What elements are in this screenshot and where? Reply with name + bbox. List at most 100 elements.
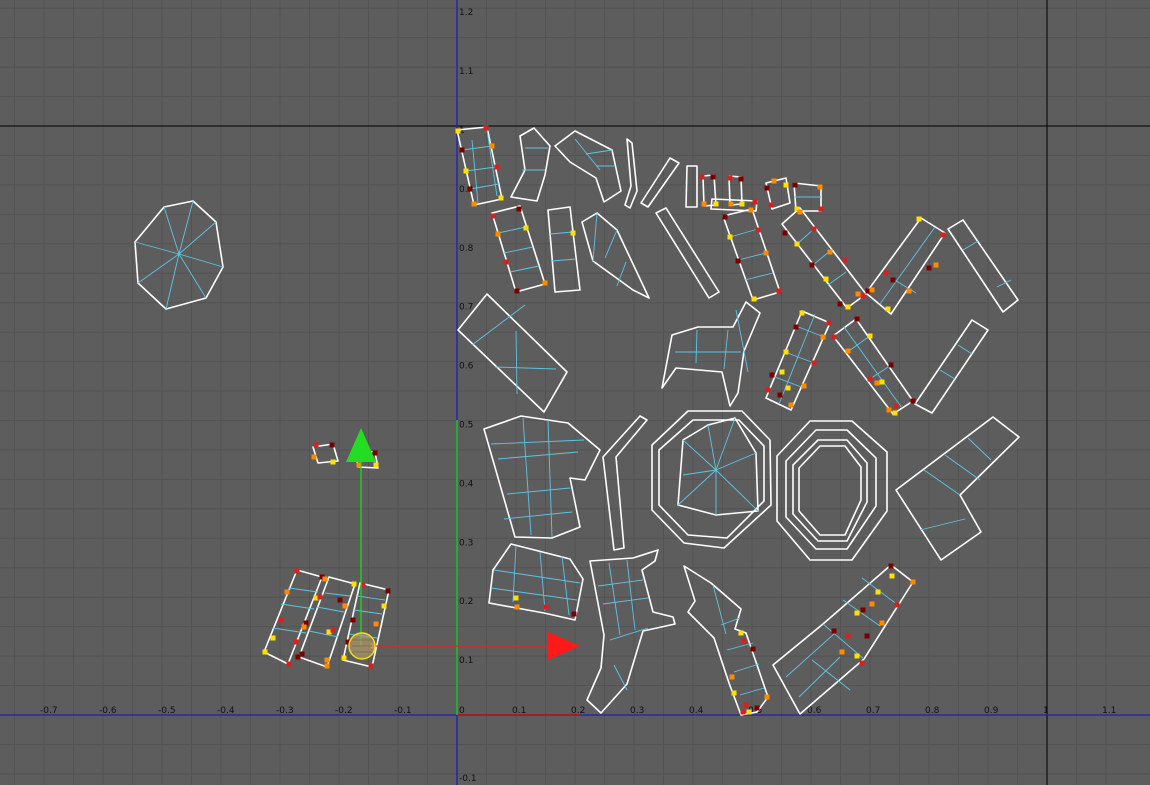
uv-vertex[interactable] <box>845 348 851 354</box>
uv-vertex[interactable] <box>286 661 292 667</box>
uv-vertex[interactable] <box>854 316 860 322</box>
uv-vertex[interactable] <box>809 262 815 268</box>
uv-vertex[interactable] <box>788 402 794 408</box>
uv-vertex[interactable] <box>859 660 865 666</box>
uv-vertex[interactable] <box>324 657 330 663</box>
uv-vertex[interactable] <box>867 333 873 339</box>
uv-vertex[interactable] <box>892 410 898 416</box>
uv-vertex[interactable] <box>839 649 845 655</box>
uv-vertex[interactable] <box>330 459 336 465</box>
uv-vertex[interactable] <box>894 602 900 608</box>
uv-vertex[interactable] <box>729 674 735 680</box>
uv-vertex[interactable] <box>317 594 323 600</box>
uv-vertex[interactable] <box>916 216 922 222</box>
uv-vertex[interactable] <box>701 201 707 207</box>
uv-vertex[interactable] <box>797 209 803 215</box>
uv-vertex[interactable] <box>738 176 744 182</box>
uv-vertex[interactable] <box>752 199 758 205</box>
uv-vertex[interactable] <box>785 385 791 391</box>
uv-vertex[interactable] <box>885 306 891 312</box>
uv-vertex[interactable] <box>731 690 737 696</box>
uv-vertex[interactable] <box>373 462 379 468</box>
uv-vertex[interactable] <box>875 589 881 595</box>
uv-vertex[interactable] <box>771 178 777 184</box>
uv-vertex[interactable] <box>329 442 335 448</box>
uv-vertex[interactable] <box>820 334 826 340</box>
uv-vertex[interactable] <box>765 387 771 393</box>
uv-vertex[interactable] <box>763 250 769 256</box>
uv-vertex[interactable] <box>799 310 805 316</box>
uv-shell-sliver-2[interactable] <box>640 157 680 208</box>
uv-vertex[interactable] <box>311 454 317 460</box>
uv-shell-strip-11[interactable] <box>772 564 914 715</box>
uv-shell-strip-6[interactable] <box>865 217 946 315</box>
uv-shell-sliver-1[interactable] <box>624 138 638 209</box>
uv-vertex[interactable] <box>888 563 894 569</box>
uv-vertex[interactable] <box>738 630 744 636</box>
uv-vertex[interactable] <box>874 380 880 386</box>
uv-vertex[interactable] <box>295 654 301 660</box>
uv-vertex[interactable] <box>262 649 268 655</box>
uv-vertex[interactable] <box>459 147 465 153</box>
uv-shell-pillow[interactable] <box>488 543 584 621</box>
uv-vertex[interactable] <box>886 407 892 413</box>
uv-vertex[interactable] <box>867 376 873 382</box>
uv-vertex[interactable] <box>498 195 504 201</box>
uv-vertex[interactable] <box>890 277 896 283</box>
uv-vertex[interactable] <box>940 232 946 238</box>
uv-vertex[interactable] <box>324 663 330 669</box>
uv-vertex[interactable] <box>350 617 356 623</box>
uv-shell-sliver-3[interactable] <box>685 165 698 208</box>
uv-vertex[interactable] <box>879 379 885 385</box>
uv-editor-viewport[interactable]: -0.8-0.7-0.6-0.5-0.4-0.3-0.2-0.100.10.20… <box>0 0 1150 785</box>
uv-vertex[interactable] <box>489 143 495 149</box>
uv-shell-small-cluster[interactable] <box>702 174 822 212</box>
uv-vertex[interactable] <box>842 257 848 263</box>
uv-vertex[interactable] <box>713 201 719 207</box>
uv-vertex[interactable] <box>455 128 461 134</box>
uv-vertex[interactable] <box>893 403 899 409</box>
uv-vertex[interactable] <box>494 164 500 170</box>
uv-vertex[interactable] <box>845 304 851 310</box>
uv-vertex[interactable] <box>860 293 866 299</box>
uv-vertex[interactable] <box>741 638 747 644</box>
uv-vertex[interactable] <box>869 287 875 293</box>
uv-vertex[interactable] <box>801 383 807 389</box>
uv-vertex[interactable] <box>879 620 885 626</box>
uv-vertex[interactable] <box>543 604 549 610</box>
uv-vertex[interactable] <box>727 175 733 181</box>
uv-shell-shirt[interactable] <box>586 549 676 714</box>
uv-vertex[interactable] <box>755 227 761 233</box>
uv-shell-octagon-fan[interactable] <box>134 200 224 310</box>
uv-vertex[interactable] <box>746 709 752 715</box>
uv-vertex[interactable] <box>542 280 548 286</box>
uv-vertex[interactable] <box>728 201 734 207</box>
uv-shell-fold-1[interactable] <box>510 127 551 202</box>
uv-vertex[interactable] <box>906 288 912 294</box>
uv-vertex[interactable] <box>278 617 284 623</box>
uv-vertex[interactable] <box>777 392 783 398</box>
uv-vertex[interactable] <box>722 214 728 220</box>
uv-vertex[interactable] <box>727 234 733 240</box>
uv-vertex[interactable] <box>571 611 577 617</box>
uv-vertex[interactable] <box>793 324 799 330</box>
uv-vertex[interactable] <box>270 635 276 641</box>
uv-vertex[interactable] <box>381 603 387 609</box>
uv-vertex[interactable] <box>748 207 754 213</box>
uv-vertex[interactable] <box>888 362 894 368</box>
uv-vertex[interactable] <box>782 230 788 236</box>
uv-shell-curved-strip[interactable] <box>602 415 648 551</box>
uv-vertex[interactable] <box>330 627 336 633</box>
uv-vertex[interactable] <box>768 202 774 208</box>
uv-vertex[interactable] <box>739 201 745 207</box>
uv-vertex[interactable] <box>495 231 501 237</box>
uv-vertex[interactable] <box>845 633 851 639</box>
uv-vertex[interactable] <box>776 288 782 294</box>
uv-vertex[interactable] <box>910 579 916 585</box>
uv-shell-tapered[interactable] <box>581 212 650 299</box>
uv-vertex[interactable] <box>483 125 489 131</box>
uv-vertex[interactable] <box>503 259 509 265</box>
uv-vertex[interactable] <box>764 185 770 191</box>
uv-vertex[interactable] <box>751 296 757 302</box>
uv-vertex[interactable] <box>783 349 789 355</box>
